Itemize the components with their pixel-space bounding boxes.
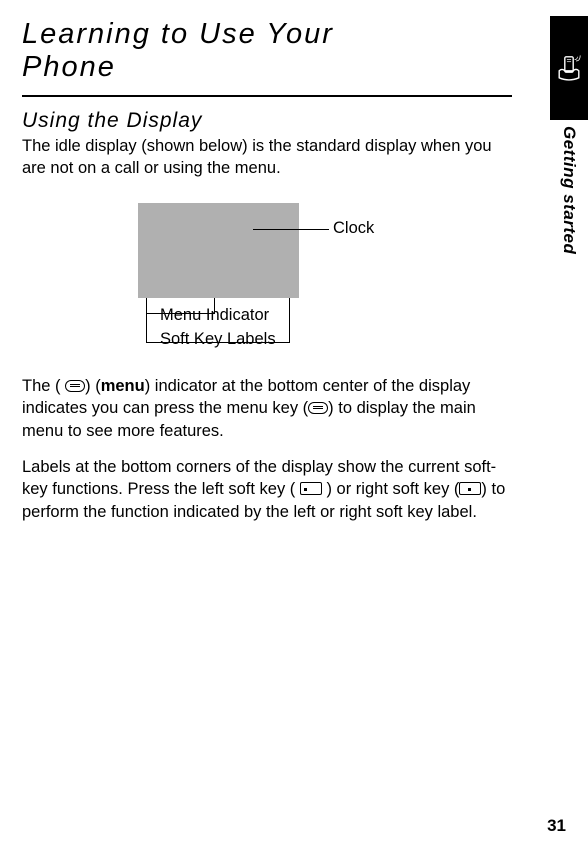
clock-pointer-line (253, 229, 329, 230)
callout-line (146, 298, 147, 342)
page-number: 31 (547, 816, 566, 836)
text: The ( (22, 377, 61, 395)
text: ) or right soft key ( (326, 480, 459, 498)
intro-paragraph: The idle display (shown below) is the st… (22, 135, 518, 180)
soft-key-labels-label: Soft Key Labels (160, 330, 276, 349)
page-title: Learning to Use Your Phone (22, 18, 548, 85)
paragraph-2: The ( ) (menu) indicator at the bottom c… (22, 375, 518, 442)
section-heading: Using the Display (22, 109, 548, 133)
idle-display-diagram: Clock Menu Indicator Soft Key Labels (22, 193, 518, 373)
menu-key-icon (65, 380, 85, 392)
menu-indicator-label: Menu Indicator (160, 306, 269, 325)
left-soft-key-icon (300, 482, 322, 495)
menu-key-icon (308, 402, 328, 414)
title-line-2: Phone (22, 51, 548, 84)
menu-word: menu (101, 377, 145, 395)
callout-line (289, 298, 290, 342)
text: ) ( (85, 377, 101, 395)
paragraph-3: Labels at the bottom corners of the disp… (22, 456, 518, 523)
title-line-1: Learning to Use Your (22, 18, 548, 51)
clock-label: Clock (333, 219, 374, 238)
phone-in-hand-icon (555, 54, 583, 82)
side-tab-label: Getting started (559, 126, 579, 254)
side-tab (550, 16, 588, 120)
display-screen (138, 203, 299, 298)
title-rule (22, 95, 512, 97)
right-soft-key-icon (459, 482, 481, 495)
